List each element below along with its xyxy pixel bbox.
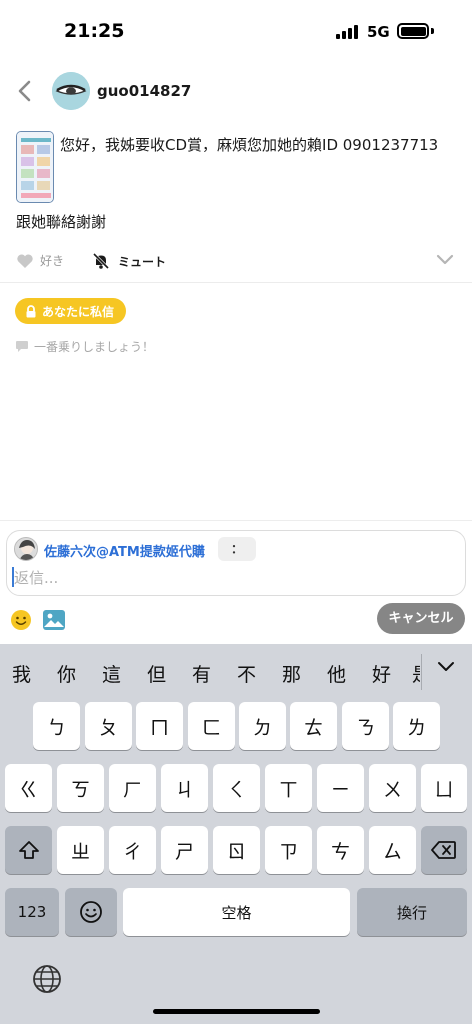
key-zhuyin[interactable]: ㄨ [369,764,416,812]
battery-icon [397,23,429,39]
username[interactable]: guo014827 [97,82,191,100]
conversation-header: guo014827 [0,70,472,112]
numbers-key[interactable]: 123 [5,888,59,936]
cancel-button[interactable]: キャンセル [377,603,465,634]
first-reply-hint: 一番乗りしましょう！ [15,338,154,355]
backspace-icon [431,841,456,859]
key-zhuyin[interactable]: ㄇ [136,702,183,750]
network-label: 5G [367,23,390,41]
key-zhuyin[interactable]: ㄖ [213,826,260,874]
chevron-down-icon[interactable] [436,254,454,266]
candidate-item[interactable]: 那 [282,660,301,687]
candidate-item[interactable]: 好 [372,660,391,687]
mention-more-button[interactable]: ： [218,537,256,561]
candidate-item[interactable]: 但 [147,660,166,687]
post-image[interactable] [16,131,54,203]
status-bar: 21:25 5G [0,0,472,60]
reply-input[interactable] [14,567,434,589]
key-zhuyin[interactable]: ㄕ [161,826,208,874]
return-key[interactable]: 換行 [357,888,467,936]
space-key[interactable]: 空格 [123,888,350,936]
emoji-key[interactable] [65,888,117,936]
candidate-item[interactable]: 你 [57,660,76,687]
like-button[interactable]: 好き [16,252,64,269]
private-message-badge: あなたに私信 [15,298,127,324]
chevron-down-icon[interactable] [436,660,456,674]
candidate-separator [421,654,422,690]
key-zhuyin[interactable]: ㄉ [239,702,286,750]
key-zhuyin[interactable]: ㄙ [369,826,416,874]
home-indicator [153,1009,320,1014]
mention-avatar [14,537,38,561]
divider [0,282,472,283]
signal-icon [336,25,360,39]
key-zhuyin[interactable]: ㄎ [57,764,104,812]
candidate-bar: 我 你 這 但 有 不 那 他 好 是 [0,644,472,700]
post-text-continued: 跟她聯絡謝謝 [16,213,107,231]
shift-key[interactable] [5,826,52,874]
smiley-icon[interactable] [10,609,32,631]
key-zhuyin[interactable]: ㄐ [161,764,208,812]
candidate-item[interactable]: 是 [412,660,420,687]
key-zhuyin[interactable]: ㄩ [421,764,467,812]
candidate-item[interactable]: 不 [237,660,256,687]
post-text: 您好，我姊要收CD賞，麻煩您加她的賴ID 0901237713 [60,136,439,154]
key-zhuyin[interactable]: ㄧ [317,764,364,812]
status-time: 21:25 [64,20,125,42]
key-zhuyin[interactable]: ㄑ [213,764,260,812]
key-zhuyin[interactable]: ㄋ [342,702,389,750]
key-zhuyin[interactable]: ㄔ [109,826,156,874]
private-badge-label: あなたに私信 [42,304,115,319]
chat-bubble-icon [16,341,28,352]
candidate-item[interactable]: 有 [192,660,211,687]
like-label: 好き [40,254,65,268]
chevron-left-icon[interactable] [14,78,36,104]
first-reply-text: 一番乗りしましょう！ [34,340,155,354]
battery-cap [431,28,434,34]
avatar[interactable] [52,72,90,110]
key-zhuyin[interactable]: ㄅ [33,702,80,750]
key-zhuyin[interactable]: ㄊ [290,702,337,750]
smiley-icon [80,901,102,923]
key-zhuyin[interactable]: ㄓ [57,826,104,874]
post-actions: 好き ミュート [0,252,472,274]
keyboard: 我 你 這 但 有 不 那 他 好 是 ㄅ ㄆ ㄇ ㄈ ㄉ ㄊ ㄋ ㄌ ㄍ ㄎ … [0,644,472,1024]
lock-icon [26,304,36,317]
key-zhuyin[interactable]: ㄘ [317,826,364,874]
candidate-item[interactable]: 我 [12,660,31,687]
mention-name[interactable]: 佐藤六次@ATM提款姬代購 [44,541,205,560]
mute-label: ミュート [118,254,167,269]
mute-button[interactable]: ミュート [92,252,166,270]
key-zhuyin[interactable]: ㄍ [5,764,52,812]
key-zhuyin[interactable]: ㄏ [109,764,156,812]
candidate-item[interactable]: 他 [327,660,346,687]
shift-icon [18,841,39,859]
key-zhuyin[interactable]: ㄆ [85,702,132,750]
delete-key[interactable] [421,826,467,874]
key-zhuyin[interactable]: ㄌ [393,702,440,750]
key-zhuyin[interactable]: ㄗ [265,826,312,874]
bell-slash-icon [92,252,110,270]
heart-icon [17,254,33,268]
globe-icon[interactable] [32,964,62,994]
image-icon[interactable] [42,609,66,631]
candidate-item[interactable]: 這 [102,660,121,687]
key-zhuyin[interactable]: ㄒ [265,764,312,812]
key-zhuyin[interactable]: ㄈ [188,702,235,750]
